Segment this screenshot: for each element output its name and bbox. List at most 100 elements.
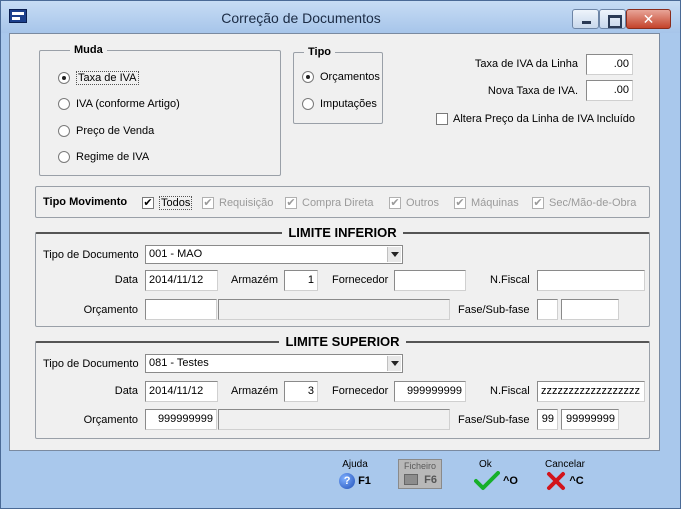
select-value: 081 - Testes [149, 357, 209, 369]
title-bar[interactable]: Correção de Documentos ✕ [1, 1, 680, 33]
tipo-movimento-group: Tipo Movimento ✔ Todos ✔ Requisição ✔ Co… [35, 186, 650, 218]
checkbox-box: ✔ [202, 197, 214, 209]
fornecedor-label: Fornecedor [332, 385, 389, 397]
nova-taxa-iva-input[interactable]: .00 [586, 80, 633, 101]
radio-dot [302, 71, 314, 83]
close-button[interactable]: ✕ [626, 9, 671, 29]
radio-iva-artigo[interactable]: IVA (conforme Artigo) [58, 96, 180, 112]
checkbox-label: Sec/Mão-de-Obra [549, 197, 637, 209]
radio-dot [58, 151, 70, 163]
tipo-group-title: Tipo [304, 45, 336, 59]
minimize-button[interactable] [572, 9, 599, 29]
ficheiro-key: F6 [424, 474, 437, 486]
fornecedor-label: Fornecedor [332, 274, 389, 286]
ok-key: ^O [503, 475, 518, 487]
taxa-iva-linha-label: Taxa de IVA da Linha [474, 58, 578, 70]
inferior-armazem-input[interactable]: 1 [284, 270, 318, 291]
inferior-fase-input[interactable] [537, 299, 558, 320]
checkbox-sec-mao-obra[interactable]: ✔ Sec/Mão-de-Obra [532, 195, 636, 211]
tipo-documento-label: Tipo de Documento [43, 249, 139, 261]
muda-group-title: Muda [70, 43, 107, 57]
superior-orcamento-desc [218, 409, 450, 430]
file-icon [404, 474, 418, 485]
ficheiro-button[interactable]: Ficheiro F6 [398, 459, 444, 489]
checkbox-box: ✔ [532, 197, 544, 209]
tipo-documento-label: Tipo de Documento [43, 358, 139, 370]
limite-inferior-group: LIMITE INFERIOR Tipo de Documento 001 - … [35, 225, 650, 327]
radio-dot [58, 125, 70, 137]
superior-data-input[interactable]: 2014/11/12 [145, 381, 218, 402]
ficheiro-label: Ficheiro [403, 461, 436, 471]
armazem-label: Armazém [231, 274, 279, 286]
chevron-down-icon[interactable] [387, 356, 401, 371]
dialog-client-area: Muda Taxa de IVA IVA (conforme Artigo) P… [9, 33, 660, 451]
radio-label: Regime de IVA [76, 151, 150, 163]
checkbox-box: ✔ [389, 197, 401, 209]
checkbox-maquinas[interactable]: ✔ Máquinas [454, 195, 519, 211]
taxa-iva-linha-input[interactable]: .00 [586, 54, 633, 75]
inferior-nfiscal-input[interactable] [537, 270, 645, 291]
ok-label: Ok [479, 459, 492, 470]
checkbox-compra-direta[interactable]: ✔ Compra Direta [285, 195, 374, 211]
ok-button[interactable]: Ok ^O [469, 459, 523, 491]
limite-inferior-title: LIMITE INFERIOR [36, 225, 649, 240]
superior-fornecedor-input[interactable]: 999999999 [394, 381, 466, 402]
radio-dot [302, 98, 314, 110]
limite-superior-title: LIMITE SUPERIOR [36, 334, 649, 349]
muda-group: Muda Taxa de IVA IVA (conforme Artigo) P… [39, 43, 281, 176]
altera-preco-checkbox[interactable]: Altera Preço da Linha de IVA Incluído [436, 111, 635, 127]
superior-subfase-input[interactable]: 99999999 [561, 409, 619, 430]
tipo-movimento-title: Tipo Movimento [43, 196, 128, 208]
superior-tipo-documento-select[interactable]: 081 - Testes [145, 354, 403, 373]
nfiscal-label: N.Fiscal [490, 274, 530, 286]
nova-taxa-iva-label: Nova Taxa de IVA. [487, 85, 578, 97]
armazem-label: Armazém [231, 385, 279, 397]
chevron-down-icon[interactable] [387, 247, 401, 262]
ajuda-label: Ajuda [342, 459, 368, 470]
select-value: 001 - MAO [149, 248, 203, 260]
main-window: Correção de Documentos ✕ Muda Taxa de IV… [0, 0, 681, 509]
radio-label: Orçamentos [320, 71, 380, 83]
fase-label: Fase/Sub-fase [458, 414, 530, 426]
radio-taxa-iva[interactable]: Taxa de IVA [58, 70, 139, 86]
cancelar-label: Cancelar [544, 459, 586, 470]
checkbox-box: ✔ [454, 197, 466, 209]
tipo-group: Tipo Orçamentos Imputações [293, 45, 383, 124]
superior-orcamento-input[interactable]: 999999999 [145, 409, 217, 430]
window-title: Correção de Documentos [221, 10, 381, 26]
cancelar-button[interactable]: Cancelar ^C [537, 459, 593, 491]
checkbox-box: ✔ [285, 197, 297, 209]
radio-imputacoes[interactable]: Imputações [302, 96, 377, 112]
radio-label: Taxa de IVA [76, 71, 139, 85]
checkbox-requisicao[interactable]: ✔ Requisição [202, 195, 273, 211]
checkbox-outros[interactable]: ✔ Outros [389, 195, 439, 211]
radio-dot [58, 98, 70, 110]
radio-regime-iva[interactable]: Regime de IVA [58, 149, 149, 165]
cancel-x-icon [547, 472, 566, 490]
maximize-button[interactable] [599, 9, 626, 29]
superior-armazem-input[interactable]: 3 [284, 381, 318, 402]
ajuda-button[interactable]: Ajuda ? F1 [329, 459, 381, 491]
checkbox-label: Altera Preço da Linha de IVA Incluído [453, 113, 636, 125]
inferior-subfase-input[interactable] [561, 299, 619, 320]
orcamento-label: Orçamento [83, 304, 138, 316]
inferior-tipo-documento-select[interactable]: 001 - MAO [145, 245, 403, 264]
inferior-orcamento-desc [218, 299, 450, 320]
radio-label: Preço de Venda [76, 125, 155, 137]
radio-orcamentos[interactable]: Orçamentos [302, 69, 380, 85]
checkbox-label: Compra Direta [302, 197, 374, 209]
superior-nfiscal-input[interactable]: zzzzzzzzzzzzzzzzzz [537, 381, 645, 402]
nfiscal-label: N.Fiscal [490, 385, 530, 397]
help-icon: ? [339, 473, 356, 489]
cancelar-key: ^C [569, 475, 584, 487]
checkbox-box [436, 113, 448, 125]
ajuda-key: F1 [358, 475, 371, 487]
inferior-orcamento-input[interactable] [145, 299, 217, 320]
inferior-fornecedor-input[interactable] [394, 270, 466, 291]
radio-preco-venda[interactable]: Preço de Venda [58, 123, 154, 139]
inferior-data-input[interactable]: 2014/11/12 [145, 270, 218, 291]
checkbox-todos[interactable]: ✔ Todos [142, 195, 193, 211]
superior-fase-input[interactable]: 99 [537, 409, 558, 430]
radio-dot [58, 72, 70, 84]
orcamento-label: Orçamento [83, 414, 138, 426]
